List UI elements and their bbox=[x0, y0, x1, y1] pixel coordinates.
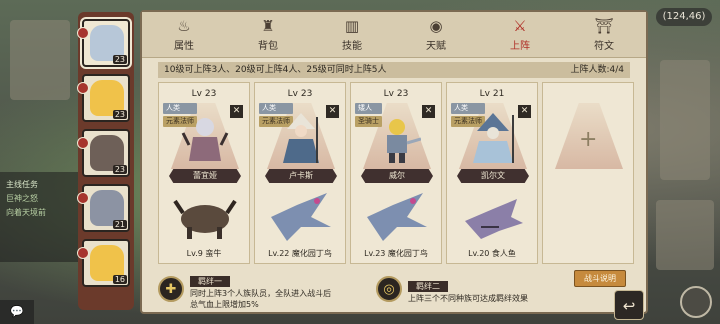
bond-text-line-1: 同时上阵3个人族队员，全队进入战斗后 bbox=[190, 288, 332, 298]
mount-sprite bbox=[367, 193, 427, 241]
panel-tabs: ♨ 属性 ♜ 背包 ▥ 技能 ◉ 天赋 ⚔ 上阵 ⛩ 符文 bbox=[142, 12, 646, 58]
remove-icon[interactable]: ✕ bbox=[422, 105, 435, 118]
formation-card[interactable]: Lv 23 矮人 圣骑士 ✕ 威尔 Lv.23 魔化园丁鸟 bbox=[350, 82, 442, 264]
mount-label: Lv.20 食人鱼 bbox=[468, 249, 516, 258]
tab-skills[interactable]: ▥ 技能 bbox=[310, 12, 394, 57]
hero-sprite bbox=[181, 118, 229, 161]
hero-name-plate: 威尔 bbox=[361, 169, 433, 183]
bond-emblem-icon: ◎ bbox=[376, 276, 402, 302]
class-badge-icon bbox=[77, 192, 89, 204]
tab-label: 背包 bbox=[258, 41, 278, 52]
roster-level: 16 bbox=[112, 275, 127, 284]
back-button[interactable]: ↩ bbox=[614, 290, 644, 320]
quest-title: 主线任务 bbox=[6, 180, 38, 189]
mount-sprite bbox=[465, 199, 523, 239]
hero-roster: 23 23 23 21 16 bbox=[77, 12, 134, 310]
class-badge-icon bbox=[77, 137, 89, 149]
add-hero-icon[interactable]: + bbox=[579, 127, 597, 152]
remove-icon[interactable]: ✕ bbox=[230, 105, 243, 118]
formation-card[interactable]: Lv 23 人类 元素法师 ✕ 蕾宜娅 Lv.9 蛮牛 bbox=[158, 82, 250, 264]
hero-level: Lv 23 bbox=[191, 89, 217, 99]
mount-label: Lv.23 魔化园丁鸟 bbox=[364, 249, 428, 258]
mount-label: Lv.22 魔化园丁鸟 bbox=[268, 249, 332, 258]
eye-icon: ◉ bbox=[429, 17, 443, 35]
building-decoration bbox=[660, 60, 710, 180]
quest-tracker[interactable]: 主线任务 巨神之怒 向着天境前 bbox=[0, 172, 80, 262]
formation-info-bar: 10级可上阵3人、20级可上阵4人、25级可同时上阵5人 上阵人数:4/4 bbox=[158, 62, 630, 78]
tab-label: 符文 bbox=[594, 41, 614, 52]
bond-title: 羁绊二 bbox=[408, 281, 448, 292]
building-decoration bbox=[10, 20, 70, 100]
bond-body: 羁绊一 同时上阵3个人族队员，全队进入战斗后 总气血上限增加5% bbox=[190, 269, 331, 310]
quest-line-1: 巨神之怒 bbox=[6, 194, 38, 203]
hero-name-plate: 蕾宜娅 bbox=[169, 169, 241, 183]
coordinates-readout: (124,46) bbox=[656, 8, 712, 26]
tab-attributes[interactable]: ♨ 属性 bbox=[142, 12, 226, 57]
tab-label: 技能 bbox=[342, 41, 362, 52]
bond-body: 羁绊二 上阵三个不同种族可达成羁绊效果 bbox=[408, 274, 528, 304]
tab-talent[interactable]: ◉ 天赋 bbox=[394, 12, 478, 57]
roster-slot[interactable]: 23 bbox=[77, 129, 130, 177]
bond-text-line-1: 上阵三个不同种族可达成羁绊效果 bbox=[408, 294, 528, 303]
formation-card-empty[interactable]: + bbox=[542, 82, 634, 264]
formation-card[interactable]: Lv 23 人类 元素法师 ✕ 卢卡斯 Lv.22 魔化园丁鸟 bbox=[254, 82, 346, 264]
mount-sprite bbox=[271, 193, 331, 241]
tower-decoration bbox=[656, 200, 714, 270]
roster-slot[interactable]: 16 bbox=[77, 239, 130, 287]
formation-count: 上阵人数:4/4 bbox=[570, 65, 624, 75]
tab-runes[interactable]: ⛩ 符文 bbox=[562, 12, 646, 57]
rune-icon: ⛩ bbox=[594, 17, 614, 35]
roster-level: 23 bbox=[112, 110, 127, 119]
bond-title: 羁绊一 bbox=[190, 275, 230, 287]
chat-button[interactable]: 💬 bbox=[0, 300, 34, 324]
book-icon: ▥ bbox=[344, 17, 360, 35]
battle-explain-button[interactable]: 战斗说明 bbox=[574, 270, 626, 287]
bond-emblem-icon: ✚ bbox=[158, 276, 184, 302]
remove-icon[interactable]: ✕ bbox=[326, 105, 339, 118]
remove-icon[interactable]: ✕ bbox=[518, 105, 531, 118]
flame-icon: ♨ bbox=[177, 17, 191, 35]
class-badge-icon bbox=[77, 82, 89, 94]
hero-sprite bbox=[283, 113, 319, 163]
quest-line-2: 向着天境前 bbox=[6, 208, 46, 217]
tab-label: 天赋 bbox=[426, 41, 446, 52]
tab-label: 属性 bbox=[174, 41, 194, 52]
hero-sprite bbox=[473, 113, 514, 163]
bond-section: ✚ 羁绊一 同时上阵3个人族队员，全队进入战斗后 总气血上限增加5% ◎ 羁绊二… bbox=[158, 268, 630, 310]
roster-level: 23 bbox=[112, 165, 127, 174]
roster-slot[interactable]: 21 bbox=[77, 184, 130, 232]
tab-label: 上阵 bbox=[510, 41, 530, 52]
bond-2: ◎ 羁绊二 上阵三个不同种族可达成羁绊效果 bbox=[376, 268, 566, 310]
hero-level: Lv 23 bbox=[383, 89, 409, 99]
menu-circle-icon[interactable] bbox=[680, 286, 712, 318]
tab-formation[interactable]: ⚔ 上阵 bbox=[478, 12, 562, 57]
class-badge-icon bbox=[77, 247, 89, 259]
hero-name-plate: 凯尔文 bbox=[457, 169, 529, 183]
bond-text-line-2: 总气血上限增加5% bbox=[190, 299, 259, 309]
formation-card[interactable]: Lv 21 人类 元素法师 ✕ 凯尔文 Lv.20 食人鱼 bbox=[446, 82, 538, 264]
formation-rule-text: 10级可上阵3人、20级可上阵4人、25级可同时上阵5人 bbox=[164, 65, 387, 75]
formation-slots: Lv 23 人类 元素法师 ✕ 蕾宜娅 Lv.9 蛮牛 Lv 23 人类 元素法… bbox=[158, 82, 634, 264]
bag-icon: ♜ bbox=[261, 17, 275, 35]
roster-level: 21 bbox=[112, 220, 127, 229]
crossed-swords-icon: ⚔ bbox=[513, 17, 527, 35]
tab-bag[interactable]: ♜ 背包 bbox=[226, 12, 310, 57]
bond-1: ✚ 羁绊一 同时上阵3个人族队员，全队进入战斗后 总气血上限增加5% bbox=[158, 268, 368, 310]
roster-slot[interactable]: 23 bbox=[77, 19, 130, 67]
class-badge-icon bbox=[77, 27, 89, 39]
hero-level: Lv 21 bbox=[479, 89, 505, 99]
formation-panel: ♨ 属性 ♜ 背包 ▥ 技能 ◉ 天赋 ⚔ 上阵 ⛩ 符文 10级可上阵3人、2… bbox=[140, 10, 648, 314]
hero-level: Lv 23 bbox=[287, 89, 313, 99]
hero-sprite bbox=[387, 119, 421, 163]
mount-sprite bbox=[173, 199, 237, 239]
mount-label: Lv.9 蛮牛 bbox=[186, 249, 222, 258]
roster-slot[interactable]: 23 bbox=[77, 74, 130, 122]
hero-name-plate: 卢卡斯 bbox=[265, 169, 337, 183]
roster-level: 23 bbox=[112, 55, 127, 64]
